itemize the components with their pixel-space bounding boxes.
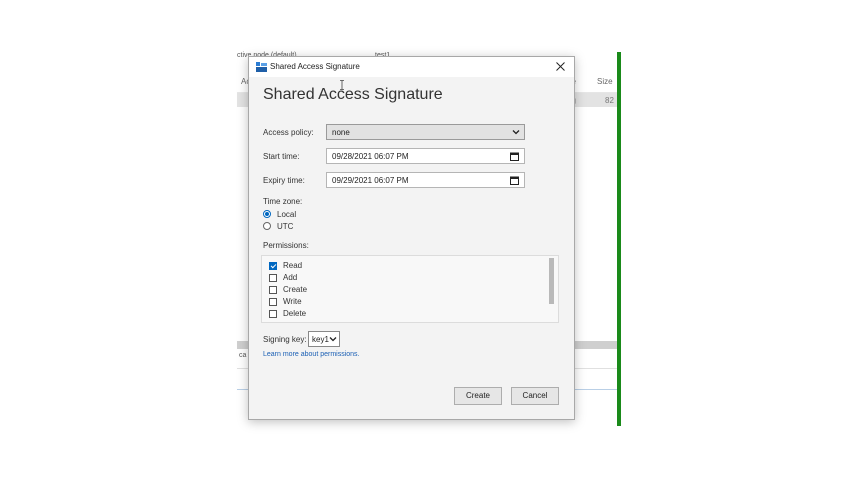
time-zone-utc-radio[interactable] — [263, 222, 271, 230]
background-status-text: ca — [239, 352, 247, 359]
permission-create-label: Create — [283, 285, 308, 294]
start-time-input[interactable]: 09/28/2021 06:07 PM — [326, 148, 525, 164]
permission-write-label: Write — [283, 297, 302, 306]
permission-add-checkbox[interactable] — [269, 274, 277, 282]
access-policy-value: none — [332, 128, 350, 137]
signing-key-value: key1 — [312, 335, 329, 344]
create-button[interactable]: Create — [454, 387, 502, 405]
dialog-heading: Shared Access Signature — [263, 86, 443, 103]
permissions-scrollbar[interactable] — [549, 258, 554, 304]
signing-key-select[interactable]: key1 — [308, 331, 340, 347]
learn-more-link[interactable]: Learn more about permissions. — [263, 351, 360, 358]
permission-create-checkbox[interactable] — [269, 286, 277, 294]
signing-key-label: Signing key: — [263, 335, 307, 344]
permission-delete-checkbox[interactable] — [269, 310, 277, 318]
time-zone-local-label: Local — [277, 210, 297, 219]
permissions-label: Permissions: — [263, 241, 309, 250]
close-icon — [555, 62, 565, 71]
start-time-label: Start time: — [263, 152, 300, 161]
cancel-button[interactable]: Cancel — [511, 387, 559, 405]
background-col-size: Size — [597, 77, 613, 86]
permission-read-label: Read — [283, 261, 303, 270]
expiry-time-label: Expiry time: — [263, 176, 305, 185]
time-zone-local-radio[interactable] — [263, 210, 271, 218]
access-policy-select[interactable]: none — [326, 124, 525, 140]
start-time-value: 09/28/2021 06:07 PM — [332, 152, 409, 161]
storage-explorer-icon — [256, 62, 267, 72]
access-policy-label: Access policy: — [263, 128, 314, 137]
permission-write-checkbox[interactable] — [269, 298, 277, 306]
permission-read-checkbox[interactable] — [269, 262, 277, 270]
chevron-down-icon — [512, 130, 520, 135]
sas-dialog: Shared Access Signature Shared Access Si… — [248, 56, 575, 420]
chevron-down-icon — [329, 337, 337, 342]
close-button[interactable] — [552, 59, 568, 75]
background-window-border — [617, 52, 621, 426]
permission-add-label: Add — [283, 273, 298, 282]
expiry-time-input[interactable]: 09/29/2021 06:07 PM — [326, 172, 525, 188]
time-zone-label: Time zone: — [263, 197, 303, 206]
permission-delete-label: Delete — [283, 309, 307, 318]
calendar-icon[interactable] — [510, 152, 519, 161]
text-cursor-icon — [340, 80, 344, 90]
dialog-title: Shared Access Signature — [270, 62, 360, 71]
calendar-icon[interactable] — [510, 176, 519, 185]
expiry-time-value: 09/29/2021 06:07 PM — [332, 176, 409, 185]
time-zone-utc-label: UTC — [277, 222, 294, 231]
dialog-titlebar: Shared Access Signature — [249, 57, 574, 77]
background-row-size: 82 — [605, 96, 614, 105]
permissions-list: Read Add Create Write Delete — [261, 255, 559, 323]
